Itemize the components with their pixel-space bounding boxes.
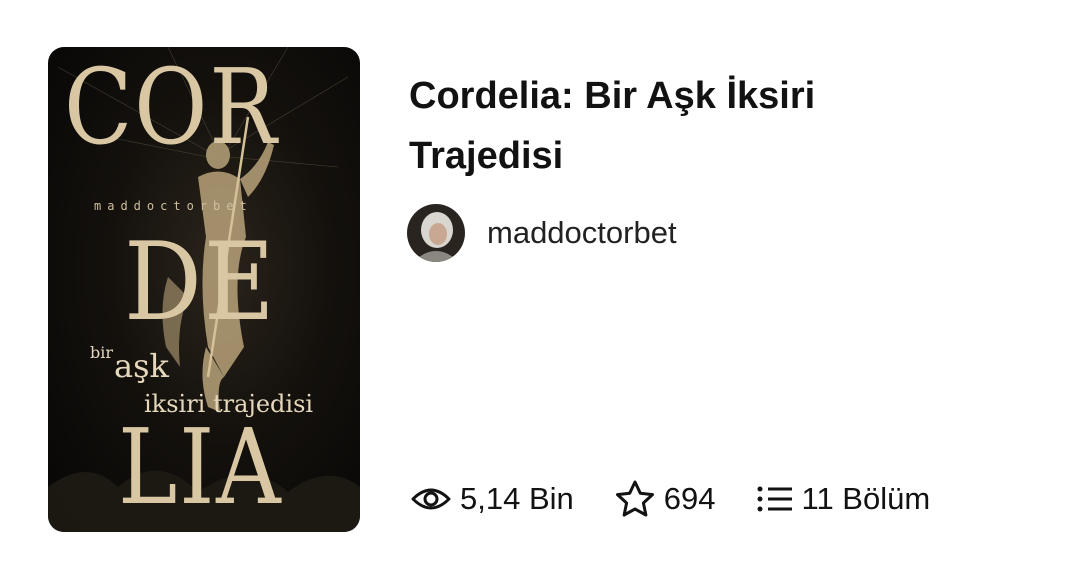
story-cover[interactable]: COR maddoctorbet DE bir aşk iksiri traje… [48, 47, 360, 532]
votes-count: 694 [663, 481, 716, 516]
cover-subtitle-2: aşk [114, 347, 169, 385]
reads-count: 5,14 Bin [460, 481, 574, 516]
cover-author: maddoctorbet [94, 199, 253, 213]
votes-stat: 694 [614, 479, 716, 519]
eye-icon [411, 488, 451, 510]
story-title[interactable]: Cordelia: Bir Aşk İksiri Trajedisi [409, 66, 969, 186]
cover-title-middle: DE [124, 220, 277, 345]
avatar [407, 204, 465, 262]
reads-stat: 5,14 Bin [410, 481, 574, 517]
star-icon [615, 480, 654, 517]
story-card: COR maddoctorbet DE bir aşk iksiri traje… [0, 0, 1080, 565]
parts-stat: 11 Bölüm [756, 481, 931, 517]
parts-count: 11 Bölüm [801, 481, 931, 516]
cover-title-bottom: LIA [118, 406, 283, 528]
cover-title-top: COR [64, 47, 279, 168]
author-name: maddoctorbet [487, 215, 677, 250]
story-stats: 5,14 Bin 694 11 Bölüm [410, 476, 930, 522]
author-link[interactable]: maddoctorbet [407, 204, 677, 262]
cover-subtitle-1: bir [90, 343, 114, 362]
list-icon [757, 486, 792, 512]
